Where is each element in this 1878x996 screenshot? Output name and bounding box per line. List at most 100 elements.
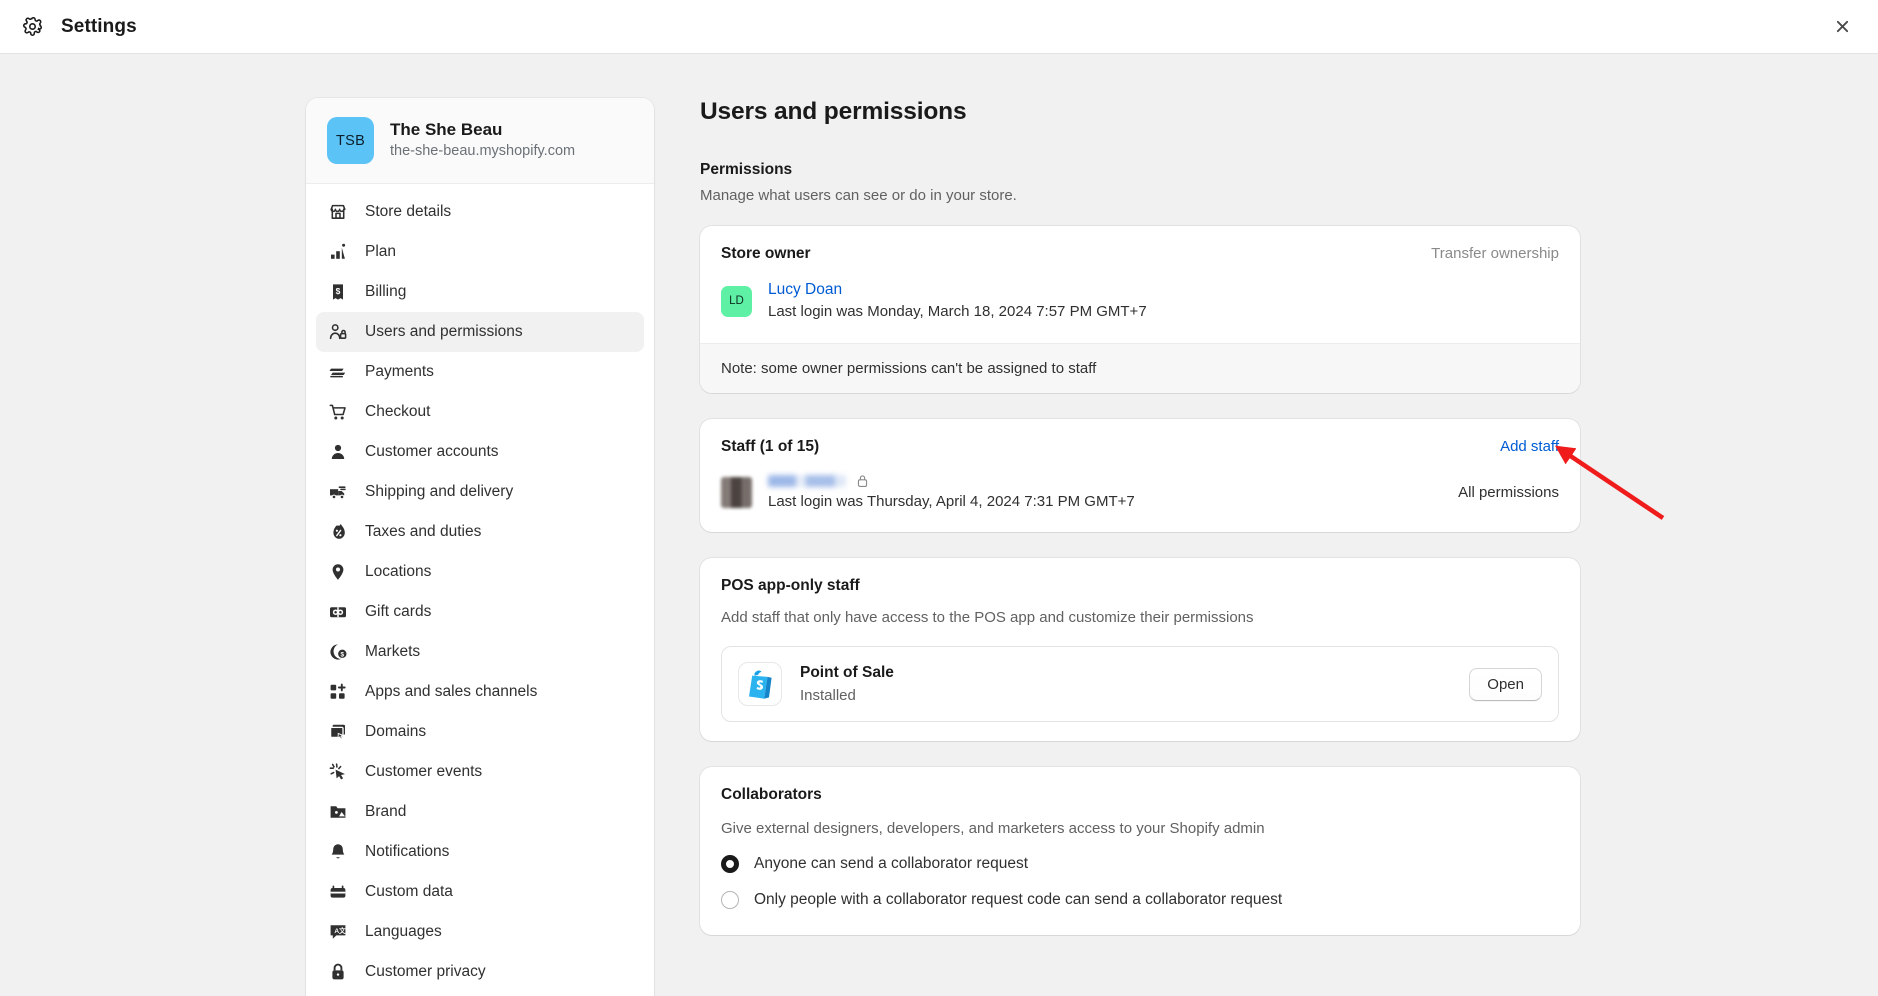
sidebar-item-label: Shipping and delivery <box>365 483 514 500</box>
sidebar-item-customer-accounts[interactable]: Customer accounts <box>316 432 644 472</box>
markets-globe-icon: $ <box>328 642 348 662</box>
sidebar-item-label: Customer accounts <box>365 443 499 460</box>
payments-icon <box>328 362 348 382</box>
customer-events-cursor-icon <box>328 762 348 782</box>
store-header[interactable]: TSB The She Beau the-she-beau.myshopify.… <box>306 98 654 184</box>
transfer-ownership-button[interactable]: Transfer ownership <box>1431 245 1559 262</box>
lock-icon <box>328 962 348 982</box>
sidebar-item-taxes-and-duties[interactable]: Taxes and duties <box>316 512 644 552</box>
gear-icon <box>22 16 43 37</box>
close-icon[interactable] <box>1828 13 1856 41</box>
staff-card: Staff (1 of 15) Add staff Last login was… <box>700 418 1580 533</box>
sidebar-item-shipping-and-delivery[interactable]: Shipping and delivery <box>316 472 644 512</box>
sidebar-item-locations[interactable]: Locations <box>316 552 644 592</box>
pos-app-row: Point of Sale Installed Open <box>721 646 1559 723</box>
owner-last-login: Last login was Monday, March 18, 2024 7:… <box>768 303 1147 321</box>
main-heading: Users and permissions <box>700 98 967 125</box>
staff-last-login: Last login was Thursday, April 4, 2024 7… <box>768 492 1135 510</box>
sidebar-item-label: Languages <box>365 923 442 940</box>
plan-chart-icon <box>328 242 348 262</box>
collaborator-option-1[interactable]: Anyone can send a collaborator request <box>721 855 1559 874</box>
pos-app-status: Installed <box>800 686 856 704</box>
sidebar-item-label: Customer events <box>365 763 483 780</box>
sidebar-item-label: Custom data <box>365 883 453 900</box>
sidebar-item-label: Customer privacy <box>365 963 486 980</box>
sidebar-item-label: Gift cards <box>365 603 432 620</box>
store-name: The She Beau <box>390 119 503 139</box>
settings-nav: Store details Plan $ Billing Users and permi… <box>306 184 654 996</box>
pos-app-only-staff-card: POS app-only staff Add staff that only h… <box>700 558 1580 742</box>
store-domain: the-she-beau.myshopify.com <box>390 143 576 160</box>
sidebar-item-label: Payments <box>365 363 434 380</box>
main-content: Users and permissions Permissions Manage… <box>700 98 1580 996</box>
delivery-truck-icon <box>328 482 348 502</box>
owner-name-link[interactable]: Lucy Doan <box>768 279 1147 301</box>
collaborators-description: Give external designers, developers, and… <box>721 820 1265 838</box>
settings-sidebar: TSB The She Beau the-she-beau.myshopify.… <box>306 98 654 996</box>
sidebar-item-checkout[interactable]: Checkout <box>316 392 644 432</box>
page-title: Settings <box>61 15 137 37</box>
sidebar-item-users-and-permissions[interactable]: Users and permissions <box>316 312 644 352</box>
store-owner-heading: Store owner <box>721 245 811 262</box>
shopify-bag-icon <box>738 662 782 707</box>
bell-icon <box>328 842 348 862</box>
svg-text:$: $ <box>341 651 345 658</box>
sidebar-item-store-details[interactable]: Store details <box>316 192 644 232</box>
sidebar-item-markets[interactable]: $ Markets <box>316 632 644 672</box>
sidebar-item-payments[interactable]: Payments <box>316 352 644 392</box>
svg-text:$: $ <box>336 286 341 296</box>
sidebar-item-customer-privacy[interactable]: Customer privacy <box>316 952 644 992</box>
sidebar-item-billing[interactable]: $ Billing <box>316 272 644 312</box>
collaborator-option-label: Only people with a collaborator request … <box>754 891 1283 909</box>
sidebar-item-customer-events[interactable]: Customer events <box>316 752 644 792</box>
permissions-heading: Permissions <box>700 161 793 178</box>
sidebar-item-languages[interactable]: A 文 Languages <box>316 912 644 952</box>
collaborator-options: Anyone can send a collaborator request On… <box>721 855 1559 910</box>
sidebar-item-label: Billing <box>365 283 407 300</box>
pos-heading: POS app-only staff <box>721 577 860 595</box>
pos-app-name: Point of Sale <box>800 664 894 682</box>
store-owner-row[interactable]: LD Lucy Doan Last login was Monday, Marc… <box>721 279 1559 324</box>
store-avatar: TSB <box>327 117 374 164</box>
sidebar-item-domains[interactable]: Domains <box>316 712 644 752</box>
svg-text:文: 文 <box>339 926 346 935</box>
users-permissions-icon <box>328 322 348 342</box>
staff-member-row[interactable]: Last login was Thursday, April 4, 2024 7… <box>721 472 1559 514</box>
brand-image-icon <box>328 802 348 822</box>
custom-data-icon <box>328 882 348 902</box>
lock-icon <box>856 474 869 488</box>
person-icon <box>328 442 348 462</box>
collaborator-option-label: Anyone can send a collaborator request <box>754 855 1029 873</box>
sidebar-item-notifications[interactable]: Notifications <box>316 832 644 872</box>
sidebar-item-label: Taxes and duties <box>365 523 482 540</box>
add-staff-link[interactable]: Add staff <box>1500 438 1559 455</box>
sidebar-item-label: Notifications <box>365 843 450 860</box>
store-icon <box>328 202 348 222</box>
sidebar-item-custom-data[interactable]: Custom data <box>316 872 644 912</box>
sidebar-item-plan[interactable]: Plan <box>316 232 644 272</box>
radio-button[interactable] <box>721 891 739 910</box>
sidebar-item-label: Brand <box>365 803 407 820</box>
domains-icon <box>328 722 348 742</box>
settings-page: TSB The She Beau the-she-beau.myshopify.… <box>0 54 1878 996</box>
sidebar-item-label: Apps and sales channels <box>365 683 538 700</box>
sidebar-item-label: Markets <box>365 643 421 660</box>
sidebar-item-label: Plan <box>365 243 397 260</box>
sidebar-item-brand[interactable]: Brand <box>316 792 644 832</box>
languages-translate-icon: A文 <box>328 922 348 942</box>
collaborators-heading: Collaborators <box>721 786 822 804</box>
sidebar-item-label: Users and permissions <box>365 323 523 340</box>
checkout-cart-icon <box>328 402 348 422</box>
open-pos-button[interactable]: Open <box>1469 667 1542 701</box>
sidebar-item-gift-cards[interactable]: Gift cards <box>316 592 644 632</box>
owner-permissions-note: Note: some owner permissions can't be as… <box>700 342 1580 393</box>
billing-receipt-icon: $ <box>328 282 348 302</box>
location-pin-icon <box>328 562 348 582</box>
staff-name-redacted <box>768 475 846 488</box>
staff-heading: Staff (1 of 15) <box>721 437 820 455</box>
apps-plus-icon <box>328 682 348 702</box>
sidebar-item-apps-and-sales-channels[interactable]: Apps and sales channels <box>316 672 644 712</box>
sidebar-item-label: Checkout <box>365 403 431 420</box>
collaborator-option-2[interactable]: Only people with a collaborator request … <box>721 891 1559 910</box>
radio-button[interactable] <box>721 855 739 874</box>
